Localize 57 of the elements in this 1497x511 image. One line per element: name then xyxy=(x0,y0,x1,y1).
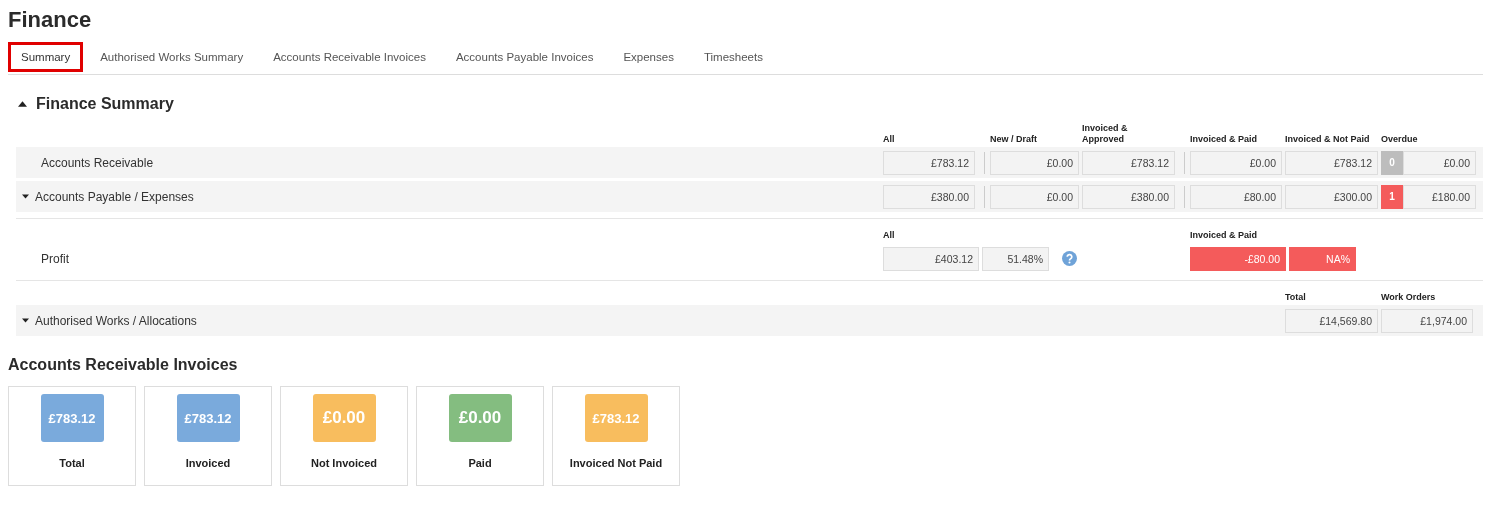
value-field: £380.00 xyxy=(1082,184,1175,209)
value-field: £783.12 xyxy=(1285,150,1378,175)
tab[interactable]: Authorised Works Summary xyxy=(87,42,257,72)
help-icon[interactable] xyxy=(1062,251,1077,266)
row-label: Accounts Receivable xyxy=(41,155,154,170)
value-field: 51.48% xyxy=(982,246,1049,271)
column-header: Invoiced & Approved xyxy=(1082,123,1129,146)
value-field: £783.12 xyxy=(1082,150,1175,175)
value-field: £180.00 xyxy=(1403,184,1476,209)
row-label: Authorised Works / Allocations xyxy=(35,313,197,328)
tab[interactable]: Expenses xyxy=(610,42,687,72)
caret-icon[interactable] xyxy=(22,318,29,323)
column-header: Overdue xyxy=(1381,134,1419,146)
stat-label: Total xyxy=(59,457,85,469)
section-title: Accounts Receivable Invoices xyxy=(8,356,239,374)
value-field: £0.00 xyxy=(990,184,1079,209)
value-field: £0.00 xyxy=(1190,150,1282,175)
row-label: Accounts Payable / Expenses xyxy=(35,189,194,204)
stat-value: £0.00 xyxy=(312,394,376,442)
stat-label: Not Invoiced xyxy=(311,457,377,469)
column-header: All xyxy=(883,230,896,242)
value-field: £380.00 xyxy=(883,184,975,209)
stat-value: £783.12 xyxy=(584,394,648,442)
stat-value: £0.00 xyxy=(448,394,512,442)
row-label: Profit xyxy=(41,251,69,266)
count-badge: 1 xyxy=(1381,184,1403,209)
caret-icon[interactable] xyxy=(18,101,27,107)
column-header: Total xyxy=(1285,292,1307,304)
stat-label: Invoiced Not Paid xyxy=(569,457,663,469)
column-header: Invoiced & Paid xyxy=(1190,134,1259,146)
tab[interactable]: Accounts Receivable Invoices xyxy=(260,42,439,72)
page-title: Finance xyxy=(8,6,93,34)
stat-value: £783.12 xyxy=(176,394,240,442)
column-header: New / Draft xyxy=(990,134,1038,146)
value-field: £783.12 xyxy=(883,150,975,175)
value-field: £403.12 xyxy=(883,246,979,271)
value-field: £14,569.80 xyxy=(1285,308,1378,333)
tab[interactable]: Accounts Payable Invoices xyxy=(442,42,607,72)
value-field: £300.00 xyxy=(1285,184,1378,209)
stat-label: Invoiced xyxy=(185,457,231,469)
value-field: £0.00 xyxy=(1403,150,1476,175)
tab[interactable]: Timesheets xyxy=(690,42,776,72)
value-field: £0.00 xyxy=(990,150,1079,175)
column-header: Invoiced & Not Paid xyxy=(1285,134,1371,146)
count-badge: 0 xyxy=(1381,150,1403,175)
column-header: All xyxy=(883,134,896,146)
caret-icon[interactable] xyxy=(22,194,29,199)
value-field: £1,974.00 xyxy=(1381,308,1473,333)
stat-label: Paid xyxy=(468,457,492,469)
stat-value: £783.12 xyxy=(40,394,104,442)
value-field: -£80.00 xyxy=(1190,246,1286,271)
column-header: Work Orders xyxy=(1381,292,1437,304)
value-field: NA% xyxy=(1289,246,1356,271)
section-title: Finance Summary xyxy=(36,95,174,113)
column-header: Invoiced & Paid xyxy=(1190,230,1259,242)
tab[interactable]: Summary xyxy=(8,42,84,72)
value-field: £80.00 xyxy=(1190,184,1282,209)
